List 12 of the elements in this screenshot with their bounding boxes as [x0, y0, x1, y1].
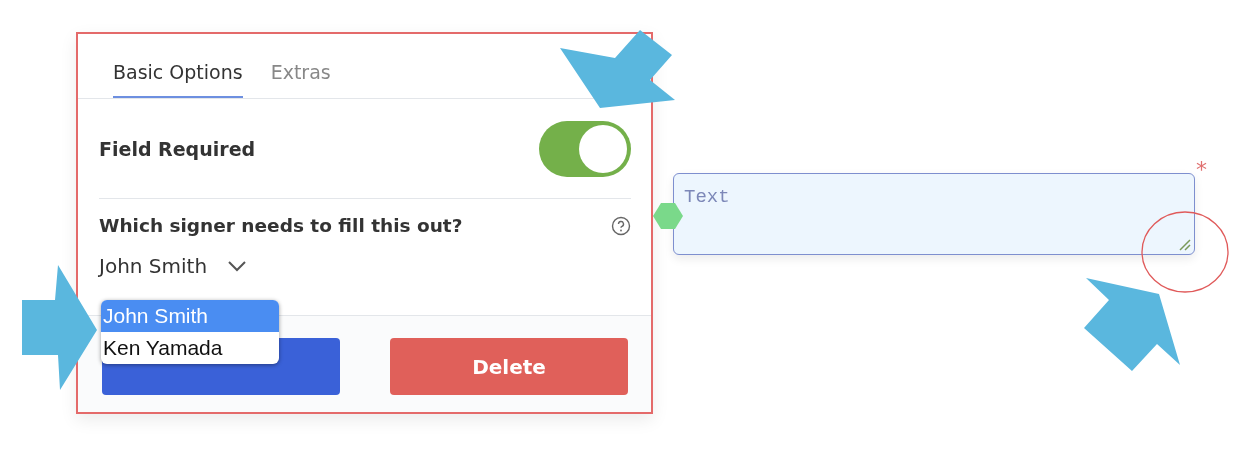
required-asterisk: * [1196, 157, 1207, 182]
field-required-label: Field Required [99, 137, 256, 160]
delete-button[interactable]: Delete [390, 338, 628, 395]
text-input-field[interactable]: Text [673, 173, 1195, 255]
tab[interactable]: Basic Options [113, 34, 243, 98]
tab[interactable]: Extras [270, 34, 331, 98]
resize-handle-icon[interactable] [1179, 239, 1191, 251]
signer-select[interactable]: John Smith [99, 254, 248, 278]
help-icon[interactable] [611, 215, 631, 236]
caret-icon [227, 260, 248, 272]
dropdown-option[interactable]: Ken Yamada [101, 332, 279, 364]
signer-question: Which signer needs to fill this out? [99, 215, 463, 236]
